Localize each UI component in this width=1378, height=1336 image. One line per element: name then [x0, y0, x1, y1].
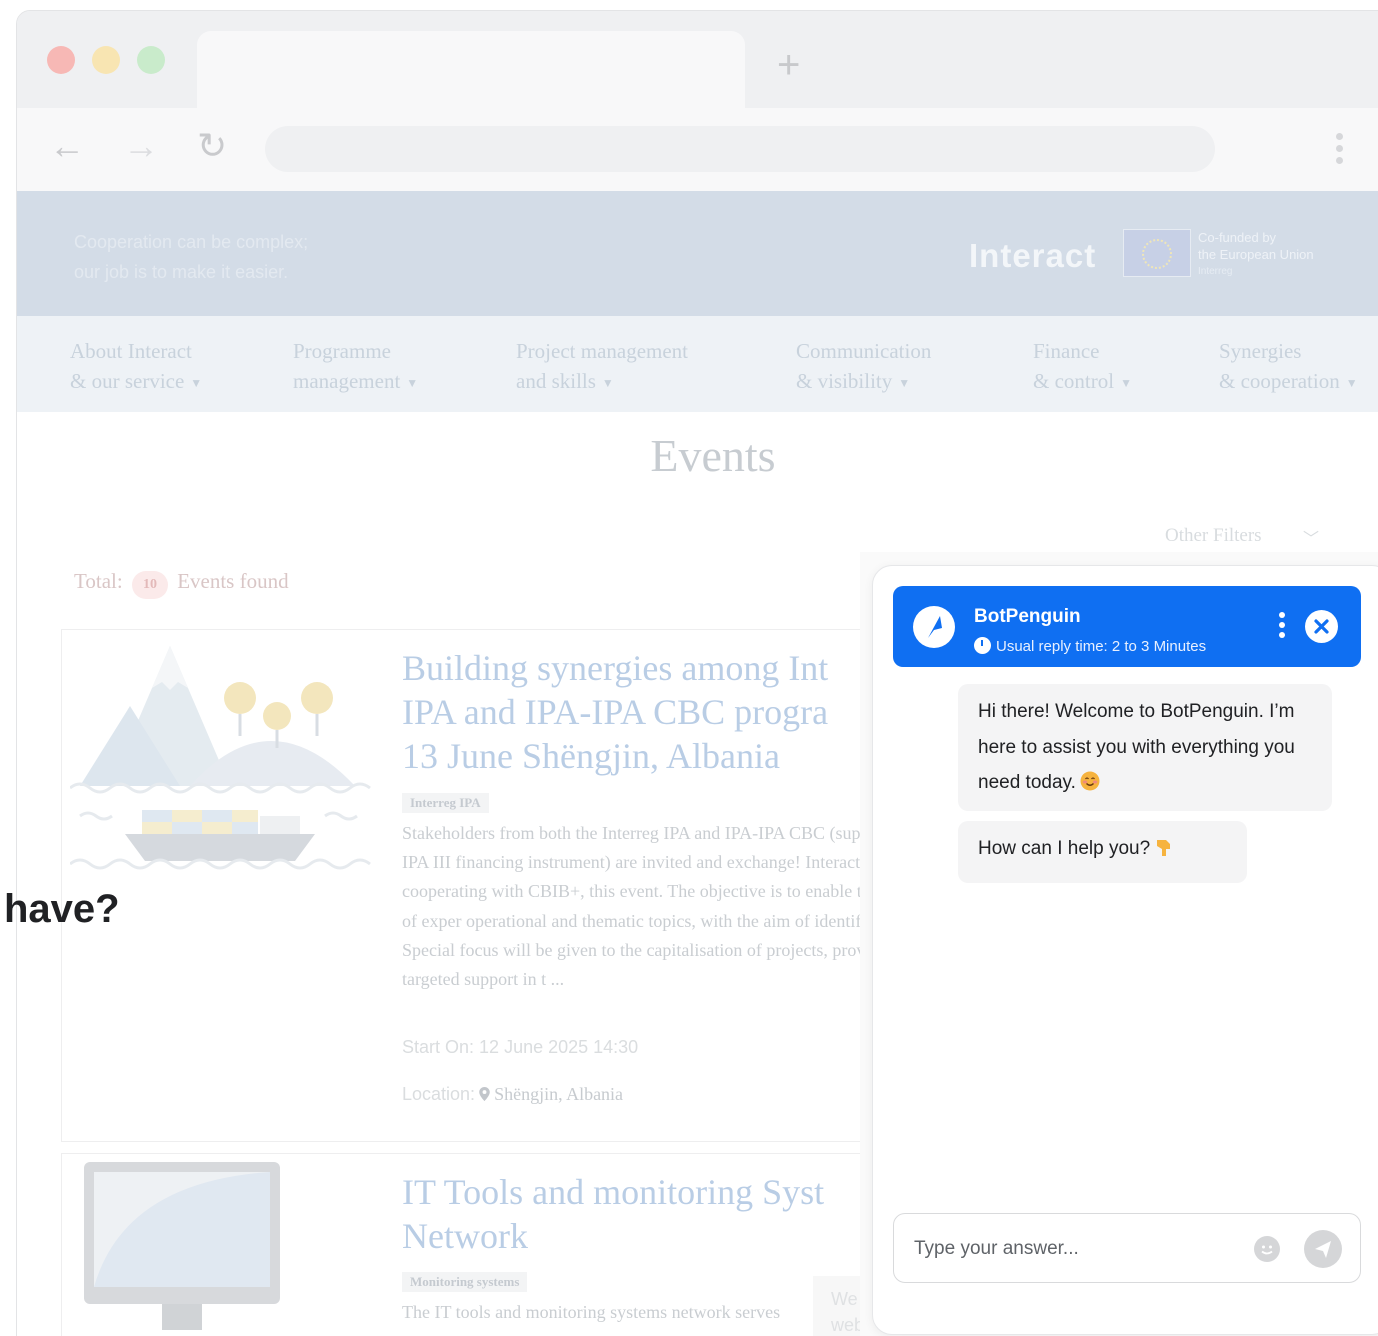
tagline-line-1: Cooperation can be complex; — [74, 232, 309, 252]
caret-down-icon: ▼ — [601, 376, 614, 391]
event-start-date: Start On: 12 June 2025 14:30 — [402, 1037, 638, 1058]
map-pin-icon — [479, 1087, 490, 1101]
reply-time: Usual reply time: 2 to 3 Minutes — [974, 634, 1206, 655]
address-bar[interactable] — [265, 126, 1215, 172]
event-location: Location: Shëngjin, Albania — [402, 1084, 623, 1105]
eu-line-1: Co-funded by — [1198, 230, 1277, 245]
nav-item-finance[interactable]: Finance & control ▼ — [1033, 336, 1132, 398]
emoji-picker-button[interactable] — [1254, 1236, 1280, 1262]
smiley-icon — [1261, 1245, 1273, 1255]
more-options-icon[interactable] — [1276, 612, 1288, 642]
reload-icon[interactable]: ↻ — [197, 126, 227, 166]
clock-icon — [974, 637, 991, 654]
caret-down-icon: ▼ — [1345, 376, 1358, 391]
event-title[interactable]: IT Tools and monitoring Syst Network — [402, 1170, 824, 1258]
bot-avatar — [913, 606, 955, 648]
chat-input-box — [893, 1213, 1361, 1283]
new-tab-button[interactable]: + — [777, 45, 800, 85]
smiling-face-emoji-icon — [1080, 771, 1100, 791]
nav-item-label: & our service — [70, 369, 185, 393]
nav-item-synergies[interactable]: Synergies & cooperation ▼ — [1219, 336, 1358, 398]
event-title-line: 13 June Shëngjin, Albania — [402, 736, 780, 776]
total-label: Total: — [74, 569, 123, 593]
site-banner: Cooperation can be complex; our job is t… — [17, 191, 1378, 316]
caret-down-icon: ▼ — [1120, 376, 1132, 391]
nav-item-project[interactable]: Project management and skills ▼ — [516, 336, 688, 398]
nav-item-label: Finance — [1033, 339, 1100, 363]
browser-tab[interactable] — [197, 31, 745, 108]
event-title-line: Network — [402, 1216, 528, 1256]
event-title[interactable]: Building synergies among Int IPA and IPA… — [402, 646, 828, 778]
site-tagline: Cooperation can be complex; our job is t… — [74, 227, 308, 287]
eu-flag-icon — [1123, 229, 1191, 277]
chat-header: BotPenguin Usual reply time: 2 to 3 Minu… — [893, 586, 1361, 667]
forward-arrow-icon[interactable]: → — [123, 126, 159, 166]
close-icon — [1314, 619, 1329, 634]
location-value: Shëngjin, Albania — [494, 1084, 624, 1104]
bot-name: BotPenguin — [974, 606, 1081, 627]
caret-down-icon: ▼ — [190, 376, 203, 391]
event-title-line: IPA and IPA-IPA CBC progra — [402, 692, 829, 732]
results-count: Total: 10 Events found — [74, 569, 289, 599]
mountain-ship-illustration — [70, 646, 371, 870]
nav-item-label: & visibility — [796, 369, 893, 393]
monitor-illustration — [84, 1162, 280, 1330]
page-title: Events — [650, 430, 776, 481]
nav-item-label: Programme — [293, 339, 391, 363]
minimize-window-dot[interactable] — [92, 46, 120, 74]
site-logo[interactable]: Interact — [969, 237, 1096, 275]
reply-time-text: Usual reply time: 2 to 3 Minutes — [996, 638, 1207, 655]
caret-down-icon: ▼ — [898, 376, 911, 391]
message-text: How can I help you? — [978, 838, 1151, 859]
send-icon — [1315, 1241, 1331, 1258]
main-navigation: About Interact & our service ▼ Programme … — [17, 316, 1378, 412]
caret-down-icon: ▼ — [406, 376, 419, 391]
browser-menu-icon[interactable] — [1329, 130, 1349, 170]
event-tag[interactable]: Interreg IPA — [402, 793, 489, 813]
nav-item-label: & cooperation — [1219, 369, 1340, 393]
tab-strip: + — [17, 11, 1378, 108]
close-chat-button[interactable] — [1305, 610, 1338, 643]
nav-item-label: management — [293, 369, 401, 393]
overlay-question-text: have? — [4, 887, 120, 931]
send-button[interactable] — [1304, 1230, 1342, 1268]
chevron-down-icon[interactable]: ﹀ — [1303, 525, 1319, 549]
close-window-dot[interactable] — [47, 46, 75, 74]
bot-message: How can I help you? — [958, 821, 1247, 883]
eu-funding-label: Co-funded by the European Union Interreg — [1198, 229, 1314, 280]
start-label: Start On: — [402, 1037, 475, 1057]
nav-item-label: Project management — [516, 339, 689, 363]
chat-input[interactable] — [914, 1232, 1234, 1266]
nav-item-about[interactable]: About Interact & our service ▼ — [70, 336, 202, 398]
chatbot-widget: BotPenguin Usual reply time: 2 to 3 Minu… — [872, 565, 1378, 1335]
event-title-line: Building synergies among Int — [402, 648, 829, 688]
message-text: Hi there! Welcome to BotPenguin. I’m her… — [978, 701, 1295, 793]
browser-toolbar: ← → ↻ — [17, 108, 1378, 191]
total-count-badge: 10 — [131, 571, 168, 599]
nav-item-communication[interactable]: Communication & visibility ▼ — [796, 336, 931, 398]
maximize-window-dot[interactable] — [137, 46, 165, 74]
nav-item-label: & control — [1033, 369, 1115, 393]
pointing-down-emoji-icon — [1157, 840, 1171, 856]
event-title-line: IT Tools and monitoring Syst — [402, 1172, 825, 1212]
nav-item-label: About Interact — [70, 339, 192, 363]
eu-line-2: the European Union — [1198, 247, 1314, 262]
eu-line-3: Interreg — [1198, 266, 1233, 277]
start-value: 12 June 2025 14:30 — [479, 1037, 639, 1057]
other-filters-toggle[interactable]: Other Filters — [1165, 525, 1262, 547]
nav-item-label: and skills — [516, 369, 596, 393]
nav-item-programme[interactable]: Programme management ▼ — [293, 336, 418, 398]
bot-message: Hi there! Welcome to BotPenguin. I’m her… — [958, 684, 1332, 811]
found-label: Events found — [177, 569, 289, 593]
event-tag[interactable]: Monitoring systems — [402, 1272, 528, 1292]
tagline-line-2: our job is to make it easier. — [74, 262, 289, 282]
back-arrow-icon[interactable]: ← — [49, 126, 85, 166]
penguin-logo-icon — [928, 616, 942, 638]
location-label: Location: — [402, 1084, 476, 1104]
nav-item-label: Communication — [796, 339, 932, 363]
event-description: The IT tools and monitoring systems netw… — [402, 1302, 781, 1322]
nav-item-label: Synergies — [1219, 339, 1302, 363]
